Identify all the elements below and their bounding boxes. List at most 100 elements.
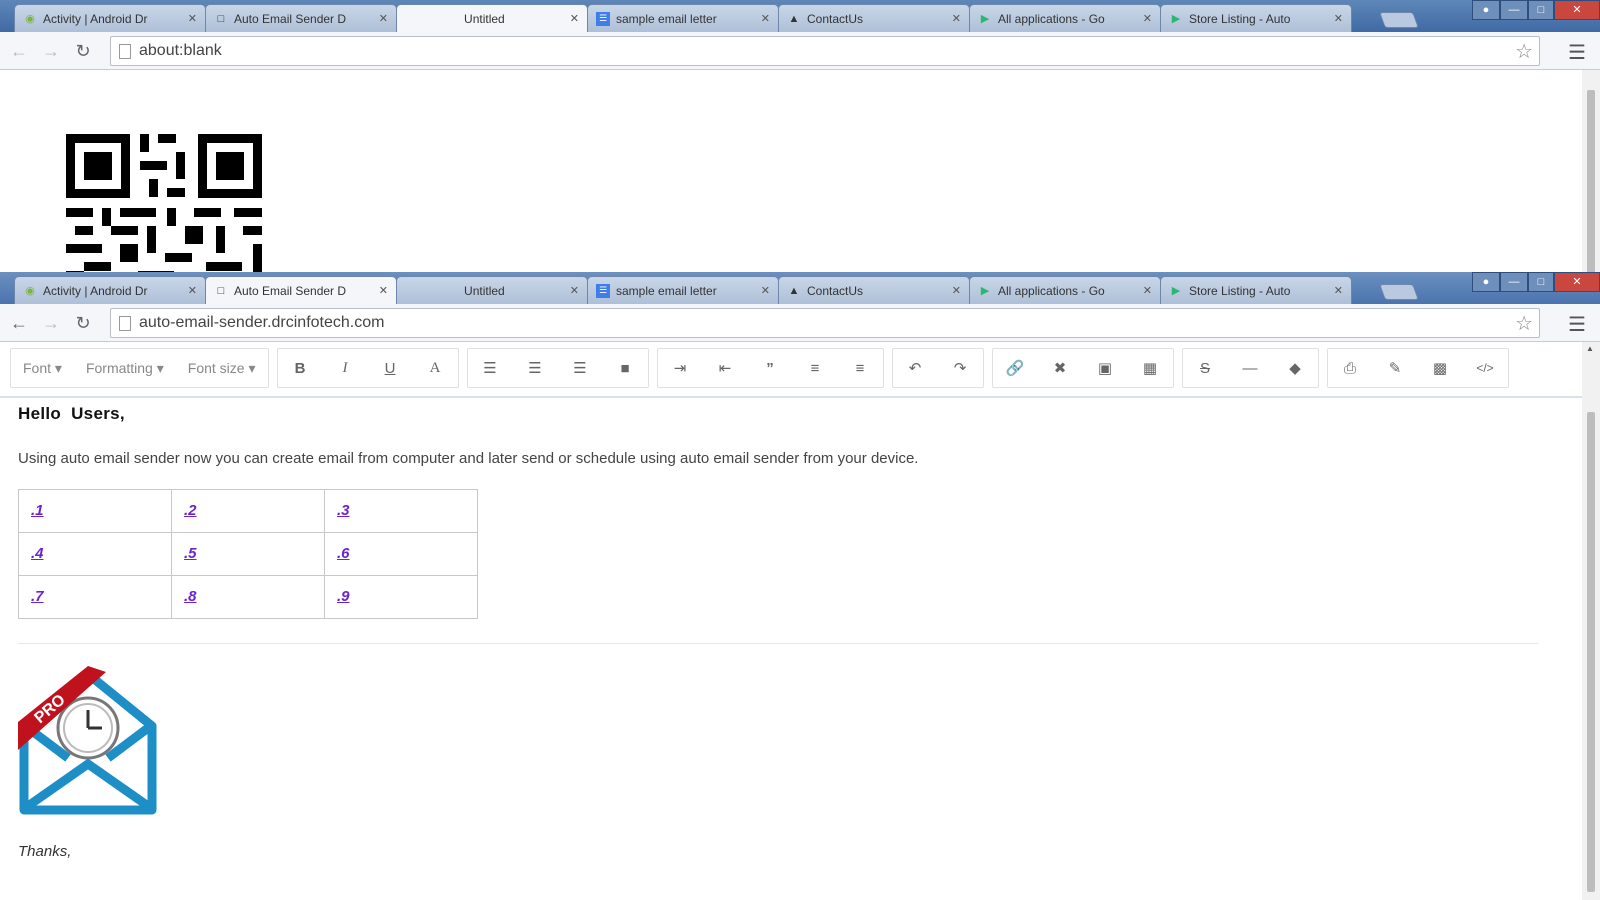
source-code-icon[interactable]: </> [1463,349,1508,387]
font-color-button[interactable]: A [413,349,458,387]
close-icon[interactable]: ✕ [379,12,388,25]
vertical-scrollbar[interactable] [1582,70,1600,272]
align-left-icon[interactable]: ☰ [468,349,513,387]
reload-icon[interactable]: ↻ [68,36,98,66]
align-center-icon[interactable]: ☰ [513,349,558,387]
new-tab-button[interactable] [1379,284,1419,300]
qr-code-image [66,134,262,272]
contact-icon: ▲ [788,12,800,25]
table-link[interactable]: .6 [337,545,350,562]
reload-icon[interactable]: ↻ [68,308,98,338]
tab-store-listing[interactable]: ▶ Store Listing - Auto ✕ [1160,4,1352,32]
outdent-icon[interactable]: ⇤ [703,349,748,387]
page-icon [119,43,131,59]
tab-auto-email-sender[interactable]: □ Auto Email Sender D ✕ [205,4,397,32]
close-icon[interactable]: ✕ [188,284,197,297]
bold-button[interactable]: B [278,349,323,387]
nav-buttons: ← → ↻ [4,308,98,338]
close-window-button[interactable]: ✕ [1554,0,1600,20]
align-justify-icon[interactable]: ■ [603,349,648,387]
close-icon[interactable]: ✕ [761,284,770,297]
tab-store-listing[interactable]: ▶ Store Listing - Auto ✕ [1160,276,1352,304]
tab-all-applications[interactable]: ▶ All applications - Go ✕ [969,276,1161,304]
menu-icon[interactable]: ☰ [1568,40,1586,65]
bulleted-list-icon[interactable]: ≡ [838,349,883,387]
tab-sample-email-letter[interactable]: ☰ sample email letter ✕ [587,4,779,32]
strikethrough-icon[interactable]: S [1183,349,1228,387]
forward-arrow-icon[interactable]: → [36,36,66,66]
underline-button[interactable]: U [368,349,413,387]
maximize-button[interactable]: □ [1528,0,1554,20]
address-bar[interactable]: auto-email-sender.drcinfotech.com ☆ [110,308,1540,338]
paste-icon[interactable]: ▩ [1418,349,1463,387]
signoff-text: Thanks, [18,843,72,860]
italic-button[interactable]: I [323,349,368,387]
close-window-button[interactable]: ✕ [1554,272,1600,292]
table-link[interactable]: .8 [184,588,197,605]
close-icon[interactable]: ✕ [1143,12,1152,25]
scrollbar-thumb[interactable] [1587,412,1595,892]
redo-icon[interactable]: ↷ [938,349,983,387]
scrollbar-thumb[interactable] [1587,90,1595,272]
tab-activity[interactable]: ◉ Activity | Android Dr ✕ [14,276,206,304]
table-link[interactable]: .7 [31,588,44,605]
table-link[interactable]: .9 [337,588,350,605]
table-link[interactable]: .1 [31,502,44,519]
close-icon[interactable]: ✕ [952,12,961,25]
table-link[interactable]: .3 [337,502,350,519]
tab-contactus[interactable]: ▲ ContactUs ✕ [778,276,970,304]
close-icon[interactable]: ✕ [952,284,961,297]
scroll-up-arrow-icon[interactable]: ▲ [1586,344,1594,353]
indent-icon[interactable]: ⇥ [658,349,703,387]
tab-untitled[interactable]: Untitled ✕ [396,4,588,32]
blockquote-icon[interactable]: ” [748,349,793,387]
vertical-scrollbar[interactable]: ▲ [1582,342,1600,900]
close-icon[interactable]: ✕ [1334,12,1343,25]
table-link[interactable]: .2 [184,502,197,519]
profile-icon[interactable]: ● [1472,272,1500,292]
forward-arrow-icon[interactable]: → [36,308,66,338]
new-tab-button[interactable] [1379,12,1419,28]
profile-icon[interactable]: ● [1472,0,1500,20]
minimize-button[interactable]: — [1500,0,1528,20]
tab-activity[interactable]: ◉ Activity | Android Dr ✕ [14,4,206,32]
print-icon[interactable]: ⎙ [1328,349,1373,387]
tab-all-applications[interactable]: ▶ All applications - Go ✕ [969,4,1161,32]
table-link[interactable]: .5 [184,545,197,562]
formatting-dropdown[interactable]: Formatting ▾ [74,349,176,387]
horizontal-rule-icon[interactable]: — [1228,349,1273,387]
close-icon[interactable]: ✕ [761,12,770,25]
undo-icon[interactable]: ↶ [893,349,938,387]
close-icon[interactable]: ✕ [188,12,197,25]
tab-sample-email-letter[interactable]: ☰ sample email letter ✕ [587,276,779,304]
back-arrow-icon[interactable]: ← [4,36,34,66]
close-icon[interactable]: ✕ [570,12,579,25]
maximize-button[interactable]: □ [1528,272,1554,292]
font-size-dropdown[interactable]: Font size ▾ [176,349,268,387]
close-icon[interactable]: ✕ [1334,284,1343,297]
email-body-editor[interactable]: Hello Users, Using auto email sender now… [18,404,1558,860]
table-link[interactable]: .4 [31,545,44,562]
bookmark-star-icon[interactable]: ☆ [1515,311,1533,336]
tab-contactus[interactable]: ▲ ContactUs ✕ [778,4,970,32]
font-dropdown[interactable]: Font ▾ [11,349,74,387]
unlink-icon[interactable]: ✖ [1038,349,1083,387]
image-icon[interactable]: ▣ [1083,349,1128,387]
table-icon[interactable]: ▦ [1128,349,1173,387]
back-arrow-icon[interactable]: ← [4,308,34,338]
align-right-icon[interactable]: ☰ [558,349,603,387]
link-icon[interactable]: 🔗 [993,349,1038,387]
tab-auto-email-sender[interactable]: □ Auto Email Sender D ✕ [205,276,397,304]
close-icon[interactable]: ✕ [1143,284,1152,297]
close-icon[interactable]: ✕ [570,284,579,297]
tab-untitled[interactable]: Untitled ✕ [396,276,588,304]
minimize-button[interactable]: — [1500,272,1528,292]
close-icon[interactable]: ✕ [379,284,388,297]
page-icon: □ [217,12,225,25]
bookmark-star-icon[interactable]: ☆ [1515,39,1533,64]
numbered-list-icon[interactable]: ≡ [793,349,838,387]
eraser-icon[interactable]: ✎ [1373,349,1418,387]
special-char-icon[interactable]: ◆ [1273,349,1318,387]
menu-icon[interactable]: ☰ [1568,312,1586,337]
address-bar[interactable]: about:blank ☆ [110,36,1540,66]
